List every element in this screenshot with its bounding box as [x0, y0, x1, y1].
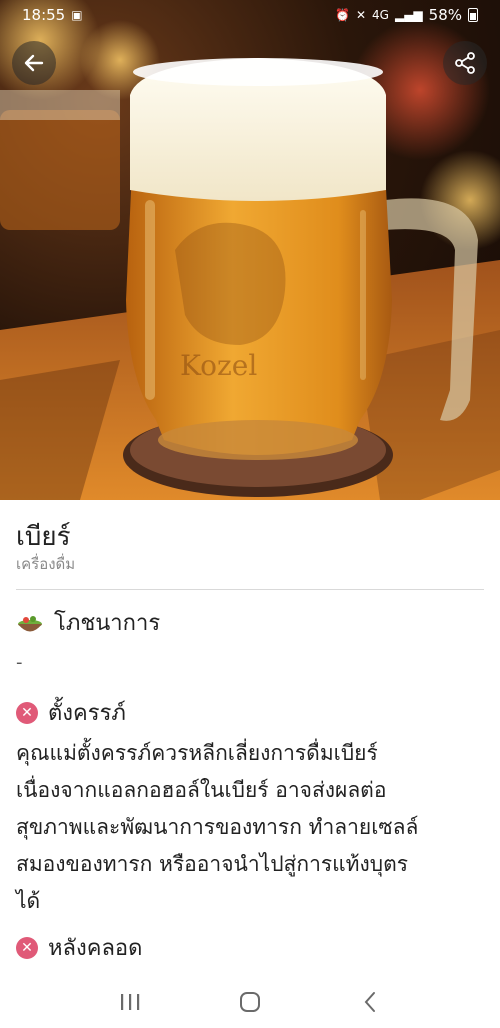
advice-line: คุณแม่ตั้งครรภ์ควรหลีกเลี่ยงการดื่มเบียร… — [16, 741, 378, 765]
home-icon — [240, 991, 260, 1012]
alarm-icon: ⏰ — [335, 8, 350, 22]
arrow-left-icon — [24, 54, 44, 72]
nutrition-label: โภชนาการ — [54, 611, 161, 636]
mug-emboss-text: Kozel — [180, 349, 257, 382]
share-button[interactable] — [443, 41, 487, 85]
nutrition-header: โภชนาการ — [16, 605, 160, 640]
pregnant-header: ✕ ตั้งครรภ์ — [16, 695, 126, 730]
hero-image: Kozel — [0, 0, 500, 500]
mute-icon: ✕ — [355, 8, 367, 22]
nav-back-button[interactable] — [340, 982, 400, 1022]
item-category: เครื่องดื่ม — [16, 555, 76, 573]
status-bar: 18:55 ▣ ⏰ ✕ 4G ▂▄▆ 58% — [0, 0, 500, 30]
postpartum-header: ✕ หลังคลอด — [16, 930, 142, 965]
home-button[interactable] — [220, 982, 280, 1022]
item-title: เบียร์ — [16, 522, 71, 552]
nutrition-value: - — [16, 652, 23, 673]
advice-line: เนื่องจากแอลกอฮอล์ในเบียร์ อาจส่งผลต่อ — [16, 778, 387, 802]
recent-apps-icon — [121, 993, 140, 1010]
battery-level: 58% — [428, 6, 462, 24]
network-type: 4G — [372, 8, 389, 22]
postpartum-label: หลังคลอด — [48, 936, 143, 961]
battery-icon — [468, 8, 478, 22]
x-circle-icon: ✕ — [16, 701, 38, 724]
advice-line: ได้ — [16, 889, 41, 913]
beer-photo: Kozel — [0, 0, 500, 500]
notification-icon: ▣ — [71, 8, 83, 22]
pregnant-label: ตั้งครรภ์ — [48, 701, 126, 726]
system-navigation-bar — [0, 975, 500, 1028]
signal-icon: ▂▄▆ — [394, 8, 423, 22]
back-button[interactable] — [12, 41, 56, 85]
chevron-left-icon — [364, 991, 375, 1012]
share-icon — [455, 52, 475, 74]
status-time: 18:55 — [22, 6, 66, 24]
divider — [16, 589, 484, 590]
x-circle-icon: ✕ — [16, 936, 38, 959]
pregnant-advice: คุณแม่ตั้งครรภ์ควรหลีกเลี่ยงการดื่มเบียร… — [16, 735, 486, 920]
advice-line: สมองของทารก หรืออาจนำไปสู่การแท้งบุตร — [16, 852, 409, 876]
salad-bowl-icon — [18, 615, 42, 631]
recent-apps-button[interactable] — [100, 982, 160, 1022]
advice-line: สุขภาพและพัฒนาการของทารก ทำลายเซลล์ — [16, 815, 419, 839]
